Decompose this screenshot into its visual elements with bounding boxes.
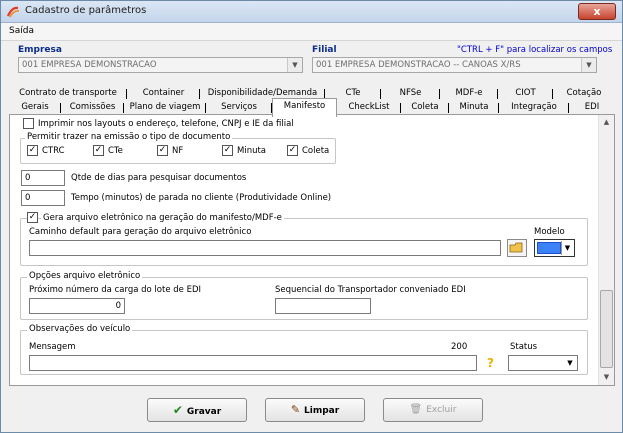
tempo-label: Tempo (minutos) de parada no cliente (Pr… (71, 193, 332, 203)
cte-label: CTe (108, 146, 123, 156)
modelo-label: Modelo (534, 227, 565, 237)
scroll-up-icon[interactable]: ▲ (599, 115, 614, 130)
minuta-checkbox[interactable]: ✓ (222, 145, 233, 156)
gera-arquivo-label: Gera arquivo eletrônico na geração do ma… (41, 213, 284, 223)
sequencial-input[interactable] (275, 298, 371, 314)
empresa-select[interactable]: 001 EMPRESA DEMONSTRACAO ▼ (18, 57, 303, 73)
menu-saida[interactable]: Saída (9, 26, 34, 36)
ctrc-label: CTRC (42, 146, 65, 156)
mensagem-input[interactable] (29, 355, 477, 371)
status-select[interactable]: ▼ (508, 355, 578, 371)
qtde-dias-label: Qtde de dias para pesquisar documentos (71, 173, 247, 183)
button-bar: ✔ Gravar ✎ Limpar 🗑 Excluir (1, 393, 622, 433)
vertical-scrollbar[interactable]: ▲ ▼ (598, 115, 614, 385)
qtde-dias-input[interactable]: 0 (21, 170, 65, 186)
nf-label: NF (172, 146, 184, 156)
manifesto-panel: Imprimir nos layouts o endereço, telefon… (9, 114, 615, 386)
scroll-thumb[interactable] (600, 290, 613, 368)
chevron-down-icon[interactable]: ▼ (561, 241, 573, 255)
search-hint: "CTRL + F" para localizar os campos (457, 45, 613, 55)
chevron-down-icon[interactable]: ▼ (581, 58, 596, 72)
empresa-value: 001 EMPRESA DEMONSTRACAO (22, 60, 157, 70)
tempo-input[interactable]: 0 (21, 190, 65, 206)
eraser-icon: ✎ (290, 403, 301, 416)
ctrc-checkbox[interactable]: ✓ (27, 145, 38, 156)
check-icon: ✔ (172, 403, 183, 417)
mensagem-max: 200 (451, 342, 468, 352)
modelo-color-select[interactable]: ▼ (534, 239, 575, 257)
caminho-input[interactable] (29, 240, 501, 256)
permitir-title: Permitir trazer na emissão o tipo de doc… (25, 132, 233, 142)
trash-icon: 🗑 (409, 404, 423, 415)
title-bar: Cadastro de parâmetros x (1, 1, 622, 23)
limpar-button[interactable]: ✎ Limpar (265, 398, 365, 422)
tab-manifesto[interactable]: Manifesto (272, 98, 337, 117)
window: Cadastro de parâmetros x Saída Empresa 0… (0, 0, 623, 433)
sequencial-label: Sequencial do Transportador conveniado E… (275, 285, 466, 295)
filial-label: Filial (312, 45, 337, 55)
imprimir-checkbox[interactable] (23, 118, 34, 129)
modelo-color-swatch (537, 242, 561, 254)
filial-select[interactable]: 001 EMPRESA DEMONSTRACAO -- CANOAS X/RS … (312, 57, 597, 73)
close-button[interactable]: x (578, 3, 616, 20)
gera-arquivo-checkbox[interactable]: ✓ (27, 212, 38, 223)
gravar-button[interactable]: ✔ Gravar (147, 398, 247, 422)
window-title: Cadastro de parâmetros (25, 5, 147, 16)
menu-bar: Saída (1, 23, 622, 41)
proximo-label: Próximo número da carga do lote de EDI (29, 285, 202, 295)
imprimir-label: Imprimir nos layouts o endereço, telefon… (38, 119, 294, 129)
opcoes-title: Opções arquivo eletrônico (27, 271, 143, 281)
nf-checkbox[interactable]: ✓ (157, 145, 168, 156)
help-icon[interactable]: ? (487, 356, 494, 370)
coleta-label: Coleta (302, 146, 330, 156)
scroll-down-icon[interactable]: ▼ (599, 370, 614, 385)
excluir-button[interactable]: 🗑 Excluir (383, 398, 483, 422)
caminho-label: Caminho default para geração do arquivo … (29, 227, 252, 237)
app-logo-icon (6, 6, 20, 18)
cte-checkbox[interactable]: ✓ (93, 145, 104, 156)
minuta-label: Minuta (237, 146, 267, 156)
mensagem-label: Mensagem (29, 342, 76, 352)
filial-value: 001 EMPRESA DEMONSTRACAO -- CANOAS X/RS (316, 60, 521, 70)
proximo-input[interactable]: 0 (29, 298, 125, 314)
folder-icon (509, 242, 523, 253)
coleta-checkbox[interactable]: ✓ (287, 145, 298, 156)
obs-title: Observações do veículo (27, 324, 133, 334)
empresa-label: Empresa (18, 45, 62, 55)
chevron-down-icon[interactable]: ▼ (287, 58, 302, 72)
folder-open-icon[interactable] (507, 239, 527, 257)
chevron-down-icon[interactable]: ▼ (564, 357, 576, 369)
status-label: Status (510, 342, 538, 352)
